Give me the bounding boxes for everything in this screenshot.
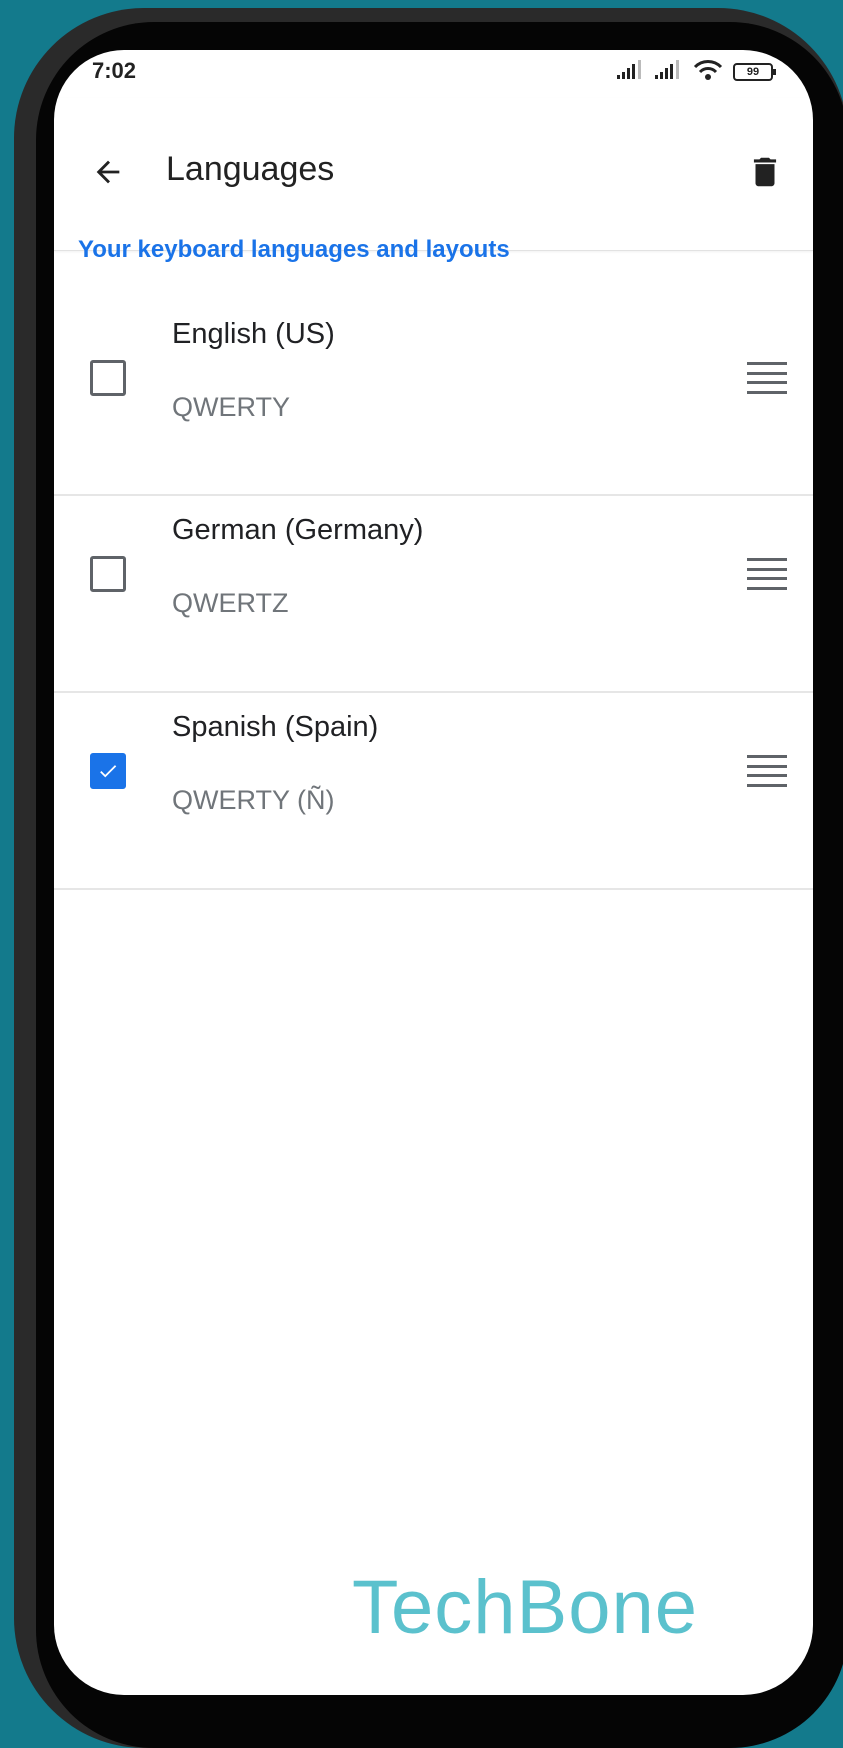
section-header: Your keyboard languages and layouts xyxy=(78,236,510,263)
drag-handle-icon[interactable] xyxy=(747,755,787,787)
drag-handle-icon[interactable] xyxy=(747,558,787,590)
wifi-icon xyxy=(693,59,723,86)
back-button[interactable] xyxy=(80,144,136,200)
language-layout: QWERTY (Ñ) xyxy=(172,785,335,815)
page-title: Languages xyxy=(166,150,335,188)
drag-handle-icon[interactable] xyxy=(747,362,787,394)
signal-icon xyxy=(655,59,683,85)
status-bar: 7:02 99 xyxy=(54,50,813,98)
signal-icon xyxy=(617,59,645,85)
status-time: 7:02 xyxy=(92,58,137,83)
language-name: English (US) xyxy=(172,318,335,350)
language-item-german[interactable]: German (Germany) QWERTZ xyxy=(54,496,813,693)
delete-button[interactable] xyxy=(737,144,793,200)
language-name: Spanish (Spain) xyxy=(172,711,379,743)
check-icon xyxy=(100,765,117,778)
back-arrow-icon xyxy=(96,160,120,184)
watermark: TechBone xyxy=(352,1565,699,1650)
trash-icon xyxy=(753,157,777,187)
language-item-english[interactable]: English (US) QWERTY xyxy=(54,300,813,496)
app-bar: Languages xyxy=(54,98,813,251)
language-list: English (US) QWERTY German (Germany) QWE… xyxy=(54,300,813,890)
battery-icon: 99 xyxy=(733,63,776,81)
language-checkbox[interactable] xyxy=(90,360,126,396)
status-icons: 99 xyxy=(617,59,776,86)
language-layout: QWERTZ xyxy=(172,588,289,618)
language-checkbox[interactable] xyxy=(90,556,126,592)
language-checkbox[interactable] xyxy=(90,753,126,789)
language-layout: QWERTY xyxy=(172,392,291,422)
screen: 7:02 99 Languages Your keyboard language… xyxy=(54,50,813,1695)
language-item-spanish[interactable]: Spanish (Spain) QWERTY (Ñ) xyxy=(54,693,813,890)
language-name: German (Germany) xyxy=(172,514,424,546)
